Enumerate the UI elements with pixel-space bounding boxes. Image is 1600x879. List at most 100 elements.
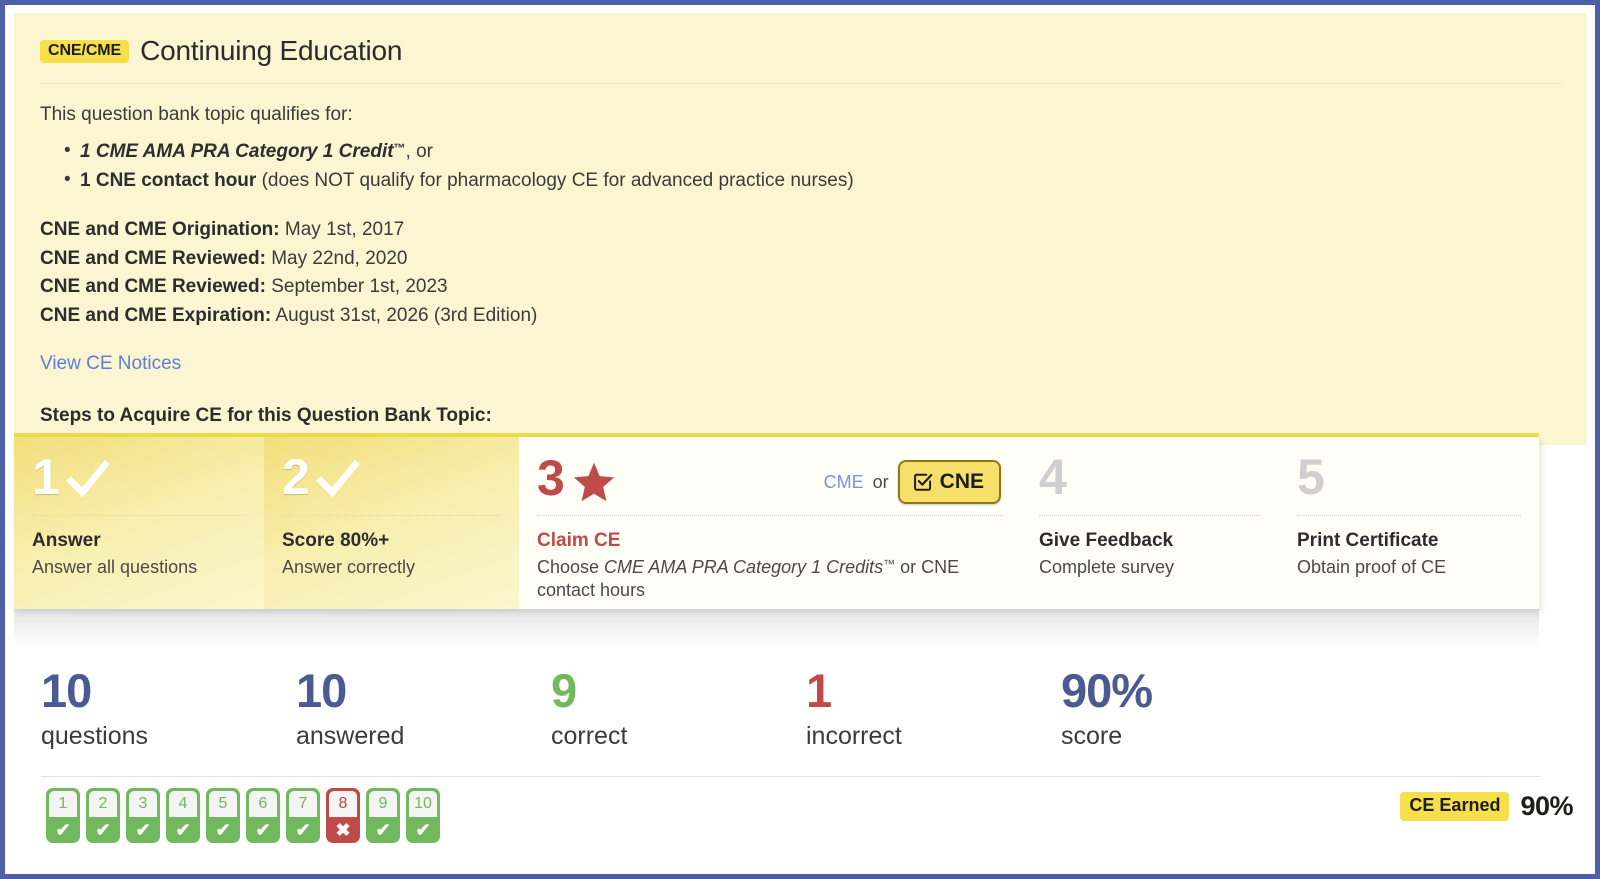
step-name: Claim CE bbox=[537, 530, 621, 551]
stat-answered: 10 answered bbox=[296, 667, 551, 751]
check-icon: ✔ bbox=[255, 819, 271, 840]
step-answer[interactable]: 1 Answer Answer all questions bbox=[14, 437, 264, 609]
question-tile-3[interactable]: 3 ✔ bbox=[126, 788, 160, 843]
step-top: 1 bbox=[32, 453, 246, 512]
cme-option-link[interactable]: CME bbox=[824, 472, 864, 493]
stat-correct: 9 correct bbox=[551, 667, 806, 751]
step-description: Obtain proof of CE bbox=[1297, 557, 1447, 577]
qualify-suffix-0: , or bbox=[405, 140, 433, 162]
step-name: Answer bbox=[32, 530, 101, 551]
stat-label: questions bbox=[41, 722, 149, 750]
step-number-group: 1 bbox=[32, 453, 111, 502]
step-name: Score 80%+ bbox=[282, 530, 390, 551]
trademark-symbol: ™ bbox=[883, 557, 896, 571]
step-number: 2 bbox=[282, 449, 310, 506]
view-ce-notices-link[interactable]: View CE Notices bbox=[40, 353, 181, 375]
question-tiles: 1 ✔ 2 ✔ 3 ✔ 4 ✔ 5 ✔ 6 ✔ 7 ✔ 8 ✖ 9 ✔ 10 ✔ bbox=[46, 788, 440, 843]
list-item: 1 CME AMA PRA Category 1 Credit™, or bbox=[40, 136, 1561, 166]
ce-earned-score: 90% bbox=[1520, 791, 1573, 821]
question-tile-number: 8 bbox=[329, 791, 357, 817]
check-icon: ✔ bbox=[415, 819, 431, 840]
step-desc-pre: Choose bbox=[537, 557, 605, 577]
cross-icon: ✖ bbox=[335, 819, 351, 840]
cne-option-button[interactable]: CNE bbox=[897, 460, 1001, 504]
ce-date-label-1: CNE and CME Reviewed: bbox=[40, 247, 266, 269]
results-divider bbox=[41, 776, 1541, 777]
ce-date-value-3: August 31st, 2026 (3rd Edition) bbox=[275, 304, 538, 326]
step-give-feedback[interactable]: 4 Give Feedback Complete survey bbox=[1021, 437, 1279, 609]
cne-cme-badge: CNE/CME bbox=[40, 39, 130, 63]
steps-drop-shadow bbox=[14, 609, 1539, 647]
stat-label: answered bbox=[296, 722, 405, 750]
step-divider bbox=[537, 515, 1003, 516]
question-tile-number: 4 bbox=[169, 791, 197, 817]
step-name: Give Feedback bbox=[1039, 530, 1174, 551]
step-description: Answer correctly bbox=[282, 557, 416, 577]
step-divider bbox=[282, 515, 501, 516]
question-tile-number: 10 bbox=[409, 791, 437, 817]
ce-earned-summary: CE Earned 90% bbox=[1400, 791, 1573, 822]
question-tile-number: 7 bbox=[289, 791, 317, 817]
cne-button-label: CNE bbox=[939, 470, 984, 493]
continuing-education-panel: CNE/CME Continuing Education This questi… bbox=[14, 13, 1587, 446]
step-divider bbox=[1039, 515, 1261, 516]
check-icon bbox=[65, 459, 110, 498]
step-description: Complete survey bbox=[1039, 557, 1175, 577]
question-tile-number: 6 bbox=[249, 791, 277, 817]
checkbox-checked-icon bbox=[913, 473, 933, 491]
trademark-symbol: ™ bbox=[393, 140, 406, 155]
question-tile-4[interactable]: 4 ✔ bbox=[166, 788, 200, 843]
stat-label: score bbox=[1061, 722, 1123, 750]
qualify-credit-1: 1 CNE contact hour bbox=[80, 169, 257, 191]
step-desc-emphasis: CME AMA PRA Category 1 Credits bbox=[604, 557, 884, 577]
step-description: Answer all questions bbox=[32, 557, 198, 577]
ce-date-value-2: September 1st, 2023 bbox=[271, 276, 448, 298]
step-top: 2 bbox=[282, 449, 501, 512]
stat-label: correct bbox=[551, 722, 628, 750]
question-tile-number: 5 bbox=[209, 791, 237, 817]
stat-incorrect: 1 incorrect bbox=[806, 667, 1061, 751]
question-tile-8[interactable]: 8 ✖ bbox=[326, 788, 360, 843]
step-print-certificate[interactable]: 5 Print Certificate Obtain proof of CE bbox=[1279, 437, 1539, 609]
steps-row: 1 Answer Answer all questions 2 Score 80… bbox=[14, 437, 1539, 609]
ce-date-value-0: May 1st, 2017 bbox=[284, 219, 405, 241]
toggle-or-label: or bbox=[872, 471, 889, 492]
step-number-group: 4 bbox=[1039, 452, 1067, 501]
question-tile-2[interactable]: 2 ✔ bbox=[86, 788, 120, 843]
stat-value: 90% bbox=[1061, 664, 1153, 717]
ce-panel-header: CNE/CME Continuing Education bbox=[40, 35, 1561, 84]
ce-date-row: CNE and CME Reviewed: May 22nd, 2020 bbox=[40, 245, 1561, 274]
ce-date-row: CNE and CME Expiration: August 31st, 202… bbox=[40, 302, 1561, 331]
question-tile-5[interactable]: 5 ✔ bbox=[206, 788, 240, 843]
step-claim-ce[interactable]: 3 CME or CNE Claim CE Choose CME AMA PRA… bbox=[519, 437, 1021, 609]
step-number-group: 3 bbox=[537, 454, 616, 504]
check-icon: ✔ bbox=[55, 819, 71, 840]
app-frame: CNE/CME Continuing Education This questi… bbox=[0, 0, 1600, 879]
question-tile-9[interactable]: 9 ✔ bbox=[366, 788, 400, 843]
stat-value: 10 bbox=[41, 664, 92, 717]
question-tile-10[interactable]: 10 ✔ bbox=[406, 788, 440, 843]
step-top: 3 CME or CNE bbox=[537, 454, 1003, 512]
step-number: 5 bbox=[1297, 449, 1325, 505]
check-icon: ✔ bbox=[175, 819, 191, 840]
step-divider bbox=[32, 515, 246, 516]
step-number-group: 2 bbox=[282, 449, 361, 506]
ce-date-label-0: CNE and CME Origination: bbox=[40, 219, 280, 241]
cme-cne-toggle: CME or CNE bbox=[824, 460, 1001, 504]
stat-value: 9 bbox=[551, 664, 577, 717]
check-icon: ✔ bbox=[215, 819, 231, 840]
question-tile-6[interactable]: 6 ✔ bbox=[246, 788, 280, 843]
steps-heading: Steps to Acquire CE for this Question Ba… bbox=[40, 405, 492, 427]
check-icon: ✔ bbox=[375, 819, 391, 840]
question-tile-number: 1 bbox=[49, 791, 77, 817]
stat-score: 90% score bbox=[1061, 667, 1316, 751]
app-frame-inner: CNE/CME Continuing Education This questi… bbox=[5, 5, 1595, 874]
step-divider bbox=[1297, 515, 1521, 516]
star-icon bbox=[573, 462, 614, 502]
ce-date-row: CNE and CME Reviewed: September 1st, 202… bbox=[40, 273, 1561, 302]
question-tile-7[interactable]: 7 ✔ bbox=[286, 788, 320, 843]
results-summary: 10 questions 10 answered 9 correct 1 inc… bbox=[41, 667, 1316, 751]
question-tile-1[interactable]: 1 ✔ bbox=[46, 788, 80, 843]
qualifies-list: 1 CME AMA PRA Category 1 Credit™, or 1 C… bbox=[40, 136, 1561, 196]
step-score[interactable]: 2 Score 80%+ Answer correctly bbox=[264, 437, 519, 609]
